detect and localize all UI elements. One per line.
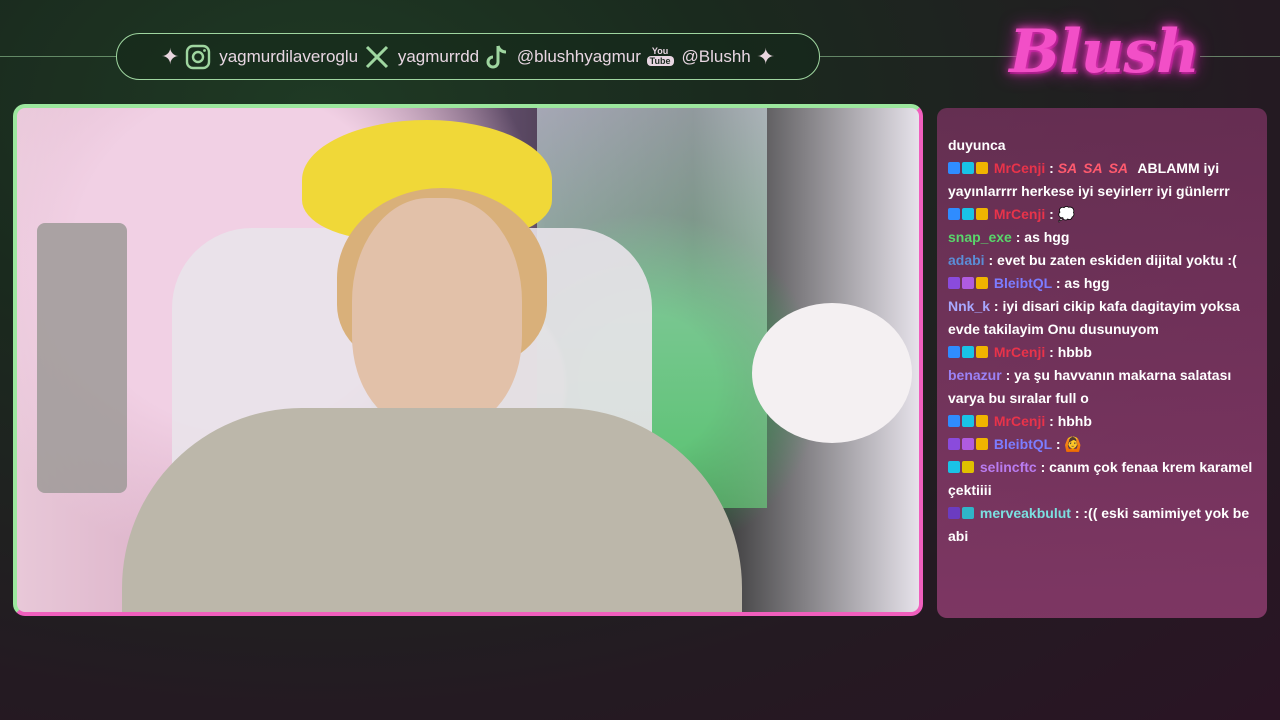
chat-username[interactable]: BleibtQL xyxy=(994,275,1052,291)
banner-line-middle xyxy=(820,56,1020,57)
badge-icon xyxy=(962,507,974,519)
sparkle-icon: ✦ xyxy=(756,43,775,69)
chat-username[interactable]: BleibtQL xyxy=(994,436,1052,452)
badge-icon xyxy=(948,438,960,450)
chat-emote: SA xyxy=(1108,160,1129,176)
chat-username[interactable]: snap_exe xyxy=(948,229,1012,245)
chat-message: duyunca xyxy=(948,137,1006,153)
chat-message: MrCenji : hbbb xyxy=(948,341,1257,364)
chat-username[interactable]: Nnk_k xyxy=(948,298,990,314)
chat-text: evet bu zaten eskiden dijital yoktu :( xyxy=(997,252,1237,268)
chat-username[interactable]: benazur xyxy=(948,367,1002,383)
badge-icon xyxy=(962,415,974,427)
unicorn-plush xyxy=(752,303,912,443)
badge-icon xyxy=(948,277,960,289)
x-label: yagmurrdd xyxy=(397,46,480,66)
sparkle-icon: ✦ xyxy=(161,43,180,69)
youtube-handle: You Tube @Blushh xyxy=(646,46,751,67)
instagram-icon xyxy=(185,44,211,70)
chat-text: 🙆 xyxy=(1064,436,1082,452)
chat-username[interactable]: adabi xyxy=(948,252,985,268)
badge-icon xyxy=(948,208,960,220)
chat-text: 💭 xyxy=(1057,206,1076,222)
instagram-label: yagmurdilaveroglu xyxy=(219,46,359,66)
badge-icon xyxy=(948,346,960,358)
youtube-icon: You Tube xyxy=(646,47,674,67)
badge-icon xyxy=(948,162,960,174)
badge-icon xyxy=(962,208,974,220)
badge-icon xyxy=(948,415,960,427)
chat-username[interactable]: MrCenji xyxy=(994,344,1045,360)
chat-message: BleibtQL : as hgg xyxy=(948,272,1257,295)
crown-icon xyxy=(976,346,988,358)
chat-message: merveakbulut : :(( eski samimiyet yok be… xyxy=(948,505,1250,544)
badge-icon xyxy=(962,438,974,450)
chat-username[interactable]: MrCenji xyxy=(994,206,1045,222)
badge-icon xyxy=(948,461,960,473)
chat-message: Nnk_k : iyi disari cikip kafa dagitayim … xyxy=(948,298,1240,337)
streamer-sweater xyxy=(122,408,742,612)
chat-text: iyi disari cikip kafa dagitayim yoksa ev… xyxy=(948,298,1240,337)
badge-icon xyxy=(948,507,960,519)
tiktok-handle: @blushhyagmur xyxy=(485,44,641,70)
crown-icon xyxy=(976,277,988,289)
chat-emote: SA xyxy=(1057,160,1078,176)
tiktok-label: @blushhyagmur xyxy=(516,46,641,66)
chat-emote: SA xyxy=(1083,160,1103,176)
instagram-handle: yagmurdilaveroglu xyxy=(185,44,358,70)
chat-username[interactable]: MrCenji xyxy=(994,160,1045,176)
chat-panel[interactable]: duyunca MrCenji : SA SA SA ABLAMM iyi yayı… xyxy=(937,108,1267,618)
chat-username[interactable]: MrCenji xyxy=(994,413,1045,429)
chat-message: benazur : ya şu havvanın makarna salatas… xyxy=(948,367,1232,406)
webcam-frame xyxy=(13,104,923,616)
microphone-arm xyxy=(37,223,127,493)
banner-line-right xyxy=(1200,56,1280,57)
chat-message: snap_exe : as hgg xyxy=(948,229,1070,245)
chat-message: MrCenji : 💭 xyxy=(948,203,1257,226)
badge-icon xyxy=(962,346,974,358)
tiktok-icon xyxy=(485,44,509,70)
x-handle: yagmurrdd xyxy=(364,44,479,70)
chat-message: BleibtQL : 🙆 xyxy=(948,433,1257,456)
chat-username[interactable]: selincftc xyxy=(980,459,1037,475)
chat-text: as hgg xyxy=(1024,229,1070,245)
chat-message: MrCenji : hbhb xyxy=(948,410,1257,433)
crown-icon xyxy=(976,415,988,427)
chat-message: selincftc : canım çok fenaa krem karamel… xyxy=(948,459,1253,498)
chat-message: MrCenji : SA SA SA ABLAMM iyi yayınlarrrr … xyxy=(948,160,1230,199)
chat-username[interactable]: merveakbulut xyxy=(980,505,1071,521)
chat-message: adabi : evet bu zaten eskiden dijital yo… xyxy=(948,252,1237,268)
crown-icon xyxy=(976,162,988,174)
banner-line-left xyxy=(0,56,116,57)
x-icon xyxy=(364,44,390,70)
chat-text: hbbb xyxy=(1057,344,1092,360)
brand-logo: Blush xyxy=(1009,17,1200,87)
chat-text: hbhb xyxy=(1057,413,1092,429)
badge-icon xyxy=(962,162,974,174)
badge-icon xyxy=(962,277,974,289)
youtube-label: @Blushh xyxy=(681,46,751,66)
streamer-face xyxy=(352,198,522,428)
chat-text: as hgg xyxy=(1064,275,1110,291)
badge-icon xyxy=(962,461,974,473)
crown-icon xyxy=(976,208,988,220)
social-links-bar: ✦ yagmurdilaveroglu yagmurrdd @blushhyag… xyxy=(116,33,820,80)
crown-icon xyxy=(976,438,988,450)
